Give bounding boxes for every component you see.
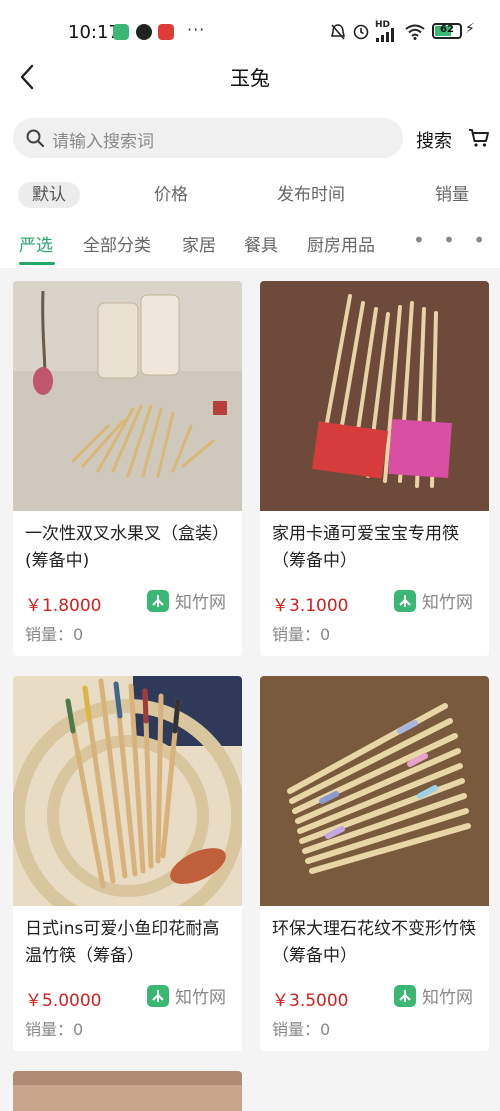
more-categories-icon[interactable]: • • • — [413, 228, 491, 252]
product-sales: 销量：0 — [272, 625, 331, 644]
product-name: 日式ins可爱小鱼印花耐高温竹筷（筹备） — [25, 919, 220, 966]
product-brand: 知竹网 — [394, 588, 473, 613]
product-image — [260, 281, 489, 511]
qq-notification-icon — [136, 24, 152, 40]
tab-home[interactable]: 家居 — [182, 231, 216, 256]
brand-logo-icon — [394, 984, 416, 1007]
product-image — [13, 1071, 242, 1111]
product-name: 一次性双叉水果叉（盒装）(筹备中) — [25, 524, 229, 571]
page-title: 玉兔 — [230, 66, 270, 90]
search-placeholder: 请输入搜索词 — [52, 132, 154, 152]
product-image — [13, 281, 242, 511]
product-sales: 销量：0 — [25, 1020, 84, 1039]
alarm-icon — [353, 24, 369, 40]
brand-name: 知竹网 — [422, 988, 473, 1008]
search-icon — [26, 129, 44, 147]
charging-icon: ⚡ — [465, 21, 475, 37]
sort-sales[interactable]: 销量 — [435, 182, 469, 208]
product-name: 环保大理石花纹不变形竹筷（筹备中） — [272, 919, 476, 966]
product-image — [13, 676, 242, 906]
product-price: ￥5.0000 — [25, 991, 102, 1011]
sort-default[interactable]: 默认 — [18, 182, 80, 208]
signal-icon — [376, 28, 394, 42]
product-card[interactable]: 环保大理石花纹不变形竹筷（筹备中） ￥3.5000 知竹网 销量：0 — [260, 676, 489, 1051]
product-sales: 销量：0 — [272, 1020, 331, 1039]
sort-publish-time[interactable]: 发布时间 — [277, 182, 345, 208]
product-card[interactable]: 一次性双叉水果叉（盒装）(筹备中) ￥1.8000 知竹网 销量：0 — [13, 281, 242, 656]
tab-featured[interactable]: 严选 — [19, 231, 53, 256]
brand-logo-icon — [394, 589, 416, 612]
battery-level: 62 — [440, 24, 454, 35]
product-image — [260, 676, 489, 906]
product-price: ￥3.5000 — [272, 991, 349, 1011]
brand-logo-icon — [147, 984, 169, 1007]
product-price: ￥1.8000 — [25, 596, 102, 616]
app-notification-icon — [158, 24, 174, 40]
product-sales: 销量：0 — [25, 625, 84, 644]
product-brand: 知竹网 — [394, 983, 473, 1008]
more-notifications-icon: ··· — [187, 20, 206, 39]
product-brand: 知竹网 — [147, 983, 226, 1008]
product-name: 家用卡通可爱宝宝专用筷（筹备中） — [272, 524, 459, 571]
product-card[interactable]: 家用卡通可爱宝宝专用筷（筹备中） ￥3.1000 知竹网 销量：0 — [260, 281, 489, 656]
mute-icon — [330, 24, 346, 40]
product-card[interactable]: 日式ins可爱小鱼印花耐高温竹筷（筹备） ￥5.0000 知竹网 销量：0 — [13, 676, 242, 1051]
brand-name: 知竹网 — [175, 593, 226, 613]
product-price: ￥3.1000 — [272, 596, 349, 616]
brand-name: 知竹网 — [175, 988, 226, 1008]
tab-kitchen-supplies[interactable]: 厨房用品 — [307, 231, 375, 256]
brand-name: 知竹网 — [422, 593, 473, 613]
search-button[interactable]: 搜索 — [416, 127, 452, 153]
status-bar: 10:17 ··· HD 62 ⚡ — [0, 0, 500, 60]
battery-icon: 62 — [432, 23, 462, 39]
tab-all-categories[interactable]: 全部分类 — [83, 231, 151, 256]
tab-tableware[interactable]: 餐具 — [244, 231, 278, 256]
wechat-notification-icon — [113, 24, 129, 40]
active-tab-indicator — [19, 262, 55, 265]
wifi-icon — [405, 24, 425, 40]
product-card[interactable] — [13, 1071, 242, 1111]
cart-icon[interactable] — [468, 128, 490, 148]
brand-logo-icon — [147, 589, 169, 612]
sort-price[interactable]: 价格 — [154, 182, 188, 208]
product-brand: 知竹网 — [147, 588, 226, 613]
